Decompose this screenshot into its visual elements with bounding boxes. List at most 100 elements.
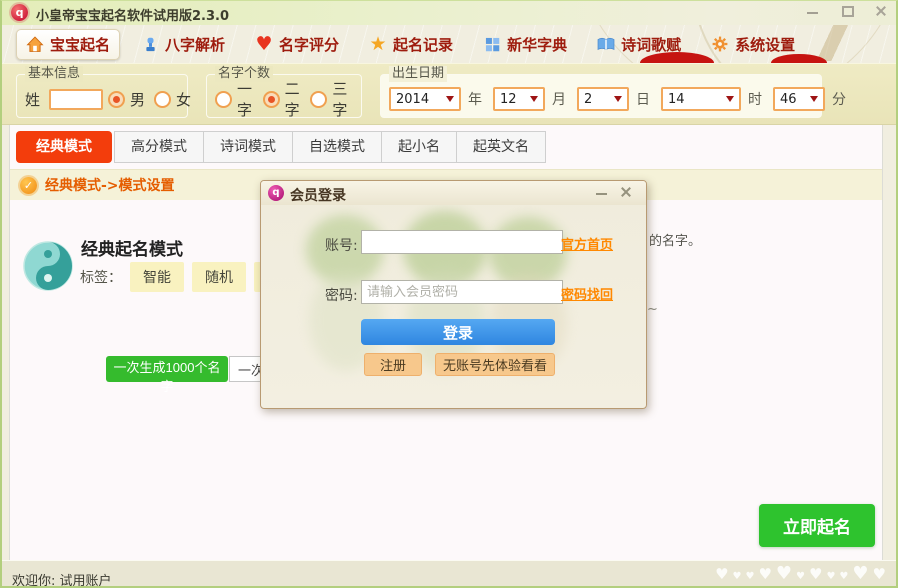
seal-icon [141,36,159,53]
mode-tabs: 经典模式 高分模式 诗词模式 自选模式 起小名 起英文名 [16,131,546,163]
gender-female-label[interactable]: 女 [176,89,191,110]
account-input[interactable] [361,230,563,254]
dialog-close-icon[interactable] [618,185,634,199]
birth-date-group: 出生日期 2014 年 12 月 2 日 14 时 46 [380,74,822,118]
heart-icon: ♥ [255,36,273,53]
hearts-decoration: ♥♥♥♥♥♥♥♥♥♥♥ [715,563,890,584]
status-bar: 欢迎你: 试用账户 ♥♥♥♥♥♥♥♥♥♥♥ [2,560,896,586]
password-input[interactable] [361,280,563,304]
nav-item-label: 名字评分 [279,34,339,55]
tag-random[interactable]: 随机 [192,262,246,292]
gender-male-label[interactable]: 男 [130,89,145,110]
dialog-logo-icon: q [268,185,284,201]
nav-item-bazi-analysis[interactable]: 八字解析 [132,30,234,59]
basic-info-legend: 基本信息 [25,66,83,82]
app-window: q 小皇帝宝宝起名软件试用版2.3.0 宝宝起名 八字解析 ♥ 名字评分 ★ [0,0,898,588]
tab-high-score-mode[interactable]: 高分模式 [114,131,204,163]
chevron-down-icon [614,96,622,102]
tab-custom-mode[interactable]: 自选模式 [293,131,382,163]
chevron-down-icon [446,96,454,102]
form-bar: 基本信息 姓 男 女 名字个数 一字 二字 三字 出生日期 [2,63,896,125]
dialog-minimize-icon[interactable] [594,185,610,199]
minute-value: 46 [780,92,797,107]
login-button[interactable]: 登录 [361,319,555,345]
day-select[interactable]: 2 [577,87,629,111]
day-unit: 日 [636,89,650,109]
tags-label: 标签： [80,267,122,287]
close-icon[interactable] [874,5,888,17]
count-one-radio[interactable] [215,91,232,108]
nav-item-name-score[interactable]: ♥ 名字评分 [246,30,348,59]
text-fragment: 的名字。 [649,230,701,249]
tab-nickname[interactable]: 起小名 [382,131,457,163]
taiji-icon [23,241,73,291]
badge-check-icon: ✓ [20,177,37,194]
nav-item-label: 宝宝起名 [50,34,110,55]
count-two-label[interactable]: 二字 [285,78,302,120]
tab-poetry-mode[interactable]: 诗词模式 [204,131,293,163]
nav-item-xinhua-dictionary[interactable]: 新华字典 [474,30,576,59]
tab-english-name[interactable]: 起英文名 [457,131,546,163]
nav-item-poetry[interactable]: 诗词歌赋 [588,30,690,59]
maximize-icon[interactable] [840,5,854,17]
app-logo-icon: q [11,4,28,21]
nav-item-baby-naming[interactable]: 宝宝起名 [16,29,120,60]
count-one-label[interactable]: 一字 [237,78,254,120]
home-icon [26,36,44,53]
window-title: 小皇帝宝宝起名软件试用版2.3.0 [36,5,229,24]
month-value: 12 [500,92,517,107]
hour-select[interactable]: 14 [661,87,741,111]
day-value: 2 [584,92,592,107]
login-dialog: q 会员登录 账号: 官方首页 密码: 密码找回 登录 注册 无账号先体验看看 [260,180,647,409]
hour-value: 14 [668,92,685,107]
nav-item-label: 八字解析 [165,34,225,55]
start-naming-button[interactable]: 立即起名 [759,504,875,547]
book-icon [597,36,615,53]
tag-smart[interactable]: 智能 [130,262,184,292]
account-label: 账号: [325,235,358,255]
basic-info-group: 基本信息 姓 男 女 [16,74,188,118]
chevron-down-icon [530,96,538,102]
year-value: 2014 [396,92,429,107]
chevron-down-icon [726,96,734,102]
window-controls [806,5,888,17]
minute-select[interactable]: 46 [773,87,825,111]
main-nav: 宝宝起名 八字解析 ♥ 名字评分 ★ 起名记录 新华字典 诗词歌赋 [2,25,896,63]
gear-icon [711,36,729,53]
nav-item-label: 起名记录 [393,34,453,55]
count-three-radio[interactable] [310,91,327,108]
text-fragment: ~ [647,302,658,317]
nav-item-label: 诗词歌赋 [621,34,681,55]
minute-unit: 分 [832,89,846,109]
official-home-link[interactable]: 官方首页 [561,234,613,253]
password-label: 密码: [325,285,358,305]
surname-input[interactable] [49,89,103,110]
star-icon: ★ [369,36,387,53]
breadcrumb-text: 经典模式->模式设置 [45,175,175,195]
month-unit: 月 [552,89,566,109]
dialog-title: 会员登录 [290,185,346,205]
dialog-title-bar: q 会员登录 [261,181,646,205]
mode-title: 经典起名模式 [81,235,183,260]
nav-item-naming-records[interactable]: ★ 起名记录 [360,30,462,59]
register-button[interactable]: 注册 [364,353,422,376]
hour-unit: 时 [748,89,762,109]
tab-classic-mode[interactable]: 经典模式 [16,131,112,163]
name-count-group: 名字个数 一字 二字 三字 [206,74,362,118]
nav-item-label: 新华字典 [507,34,567,55]
count-two-radio[interactable] [263,91,280,108]
gender-female-radio[interactable] [154,91,171,108]
gender-male-radio[interactable] [108,91,125,108]
count-three-label[interactable]: 三字 [332,78,349,120]
trial-no-account-button[interactable]: 无账号先体验看看 [435,353,555,376]
year-unit: 年 [468,89,482,109]
year-select[interactable]: 2014 [389,87,461,111]
generate-1000-names-button[interactable]: 一次生成1000个名字 [106,356,228,382]
minimize-icon[interactable] [806,5,820,17]
month-select[interactable]: 12 [493,87,545,111]
welcome-status: 欢迎你: 试用账户 [12,570,112,588]
nav-item-system-settings[interactable]: 系统设置 [702,30,804,59]
title-bar: q 小皇帝宝宝起名软件试用版2.3.0 [2,1,896,25]
name-count-legend: 名字个数 [215,66,273,82]
password-recovery-link[interactable]: 密码找回 [561,284,613,303]
